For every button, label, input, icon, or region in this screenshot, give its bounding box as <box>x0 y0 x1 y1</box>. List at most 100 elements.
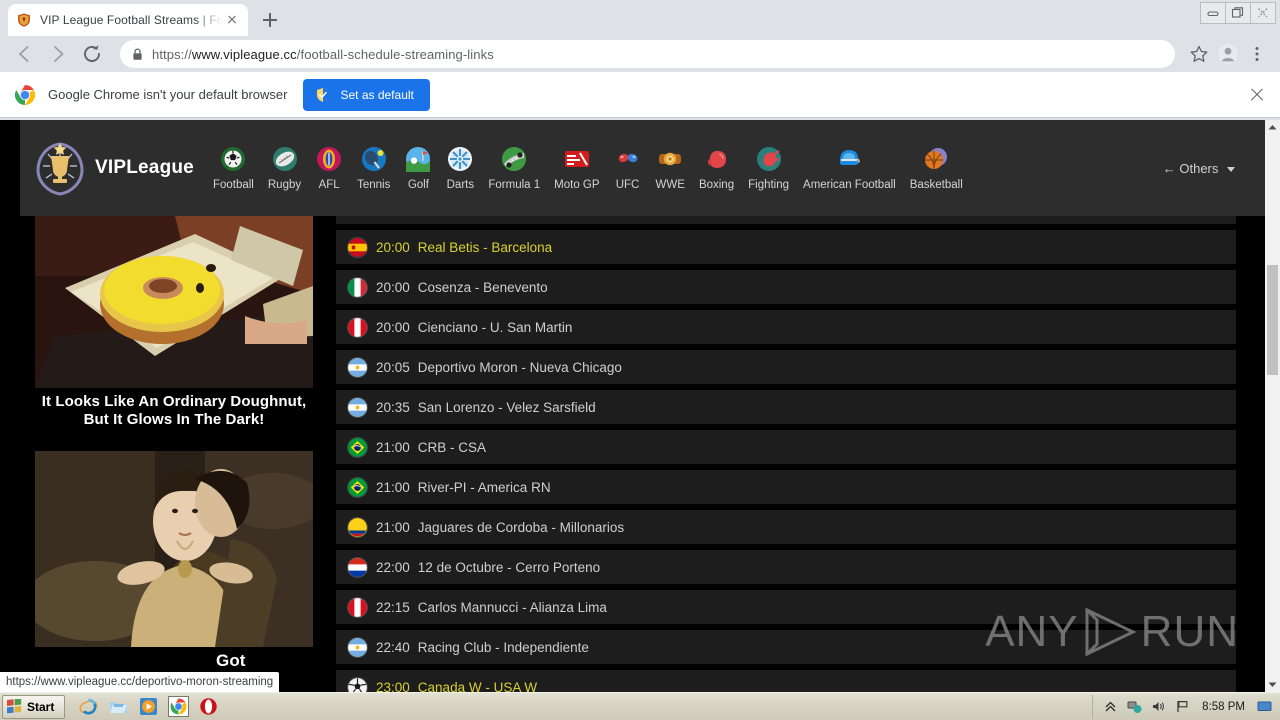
chrome-menu-icon[interactable] <box>1244 41 1270 67</box>
vipleague-logo-icon <box>34 140 86 196</box>
quick-launch-bar <box>71 696 218 717</box>
media-player-icon[interactable] <box>139 697 158 716</box>
match-teams: River-PI - America RN <box>417 479 551 495</box>
match-time: 22:15 <box>376 599 410 615</box>
match-row[interactable]: 21:00 River-PI - America RN <box>336 470 1236 504</box>
internet-explorer-icon[interactable] <box>79 697 98 716</box>
start-button[interactable]: Start <box>2 694 66 719</box>
match-row[interactable]: 20:00 Cosenza - Benevento <box>336 270 1236 304</box>
nav-item-formula-1[interactable]: Formula 1 <box>481 145 547 191</box>
flag-icon[interactable] <box>1175 699 1190 714</box>
browser-tab[interactable]: VIP League Football Streams | Footb <box>8 4 248 36</box>
reload-button[interactable] <box>78 40 106 68</box>
bookmark-star-icon[interactable] <box>1186 41 1212 67</box>
infobar-close-icon[interactable] <box>1248 86 1266 104</box>
match-row[interactable]: 23:00 Canada W - USA W <box>336 670 1236 692</box>
set-as-default-button[interactable]: Set as default <box>303 78 430 111</box>
restore-button[interactable] <box>1225 2 1251 24</box>
nav-item-label: Darts <box>446 179 475 191</box>
new-tab-button[interactable] <box>258 8 282 32</box>
match-row[interactable]: 21:00 CRB - CSA <box>336 430 1236 464</box>
page-viewport: VIPLeague Football Rugby AFL Tennis Golf Dart… <box>0 120 1280 692</box>
match-row[interactable]: 22:15 Carlos Mannucci - Alianza Lima <box>336 590 1236 624</box>
desktop-icon[interactable] <box>1257 699 1272 714</box>
left-ad-column: It Looks Like An Ordinary Doughnut, But … <box>20 216 320 692</box>
nav-item-label: American Football <box>803 179 896 191</box>
rugby-icon <box>271 145 299 173</box>
url-path: /football-schedule-streaming-links <box>296 46 494 62</box>
others-arrow-icon: ← <box>1162 160 1176 176</box>
scroll-down-arrow-icon[interactable] <box>1265 677 1280 692</box>
argentina-flag <box>348 357 367 377</box>
match-row-partial[interactable] <box>336 216 1236 224</box>
profile-avatar-icon[interactable] <box>1215 41 1241 67</box>
chevron-down-icon <box>1227 166 1235 172</box>
match-teams: Canada W - USA W <box>417 679 538 693</box>
match-row[interactable]: 20:35 San Lorenzo - Velez Sarsfield <box>336 390 1236 424</box>
close-button[interactable] <box>1250 2 1276 24</box>
match-row[interactable]: 21:00 Jaguares de Cordoba - Millonarios <box>336 510 1236 544</box>
nav-item-darts[interactable]: Darts <box>439 145 481 191</box>
match-row[interactable]: 20:00 Cienciano - U. San Martin <box>336 310 1236 344</box>
period-drama-photo <box>35 451 313 647</box>
taskbar-clock: 8:58 PM <box>1202 700 1245 713</box>
status-bubble: https://www.vipleague.cc/deportivo-moron… <box>0 672 280 692</box>
doughnut-photo <box>35 216 313 388</box>
nav-item-golf[interactable]: Golf <box>397 145 439 191</box>
match-teams: Real Betis - Barcelona <box>417 239 553 255</box>
match-row[interactable]: 20:00 Real Betis - Barcelona <box>336 230 1236 264</box>
nav-item-label: Golf <box>407 179 429 191</box>
infobar-message: Google Chrome isn't your default browser <box>48 87 288 102</box>
match-row[interactable]: 22:00 12 de Octubre - Cerro Porteno <box>336 550 1236 584</box>
network-icon[interactable] <box>1127 699 1142 714</box>
tab-close-icon[interactable] <box>224 12 240 28</box>
windows-taskbar: Start 8:58 PM <box>0 692 1280 720</box>
minimize-button[interactable] <box>1200 2 1226 24</box>
chrome-icon[interactable] <box>168 696 190 717</box>
browser-toolbar: https://www.vipleague.cc/football-schedu… <box>0 36 1280 72</box>
tennis-icon <box>360 145 388 173</box>
scrollbar-thumb[interactable] <box>1267 265 1278 375</box>
ad-unit-doughnut[interactable]: It Looks Like An Ordinary Doughnut, But … <box>28 216 320 437</box>
wwe-icon <box>656 145 684 173</box>
nav-item-american-football[interactable]: American Football <box>796 145 903 191</box>
boxing-icon <box>703 145 731 173</box>
screen: VIP League Football Streams | Footb http… <box>0 0 1280 720</box>
match-row[interactable]: 20:05 Deportivo Moron - Nueva Chicago <box>336 350 1236 384</box>
match-teams: Carlos Mannucci - Alianza Lima <box>417 599 607 615</box>
lock-icon <box>132 48 143 61</box>
nav-item-boxing[interactable]: Boxing <box>692 145 741 191</box>
address-bar[interactable]: https://www.vipleague.cc/football-schedu… <box>120 40 1175 68</box>
page-scrollbar[interactable] <box>1265 120 1280 692</box>
match-row[interactable]: 22:40 Racing Club - Independiente <box>336 630 1236 664</box>
nav-item-moto-gp[interactable]: Moto GP <box>547 145 606 191</box>
site-brand[interactable]: VIPLeague <box>34 140 194 196</box>
nav-item-basketball[interactable]: Basketball <box>903 145 970 191</box>
nav-item-tennis[interactable]: Tennis <box>350 145 397 191</box>
nav-item-ufc[interactable]: UFC <box>607 145 649 191</box>
ufc-icon <box>614 145 642 173</box>
others-menu[interactable]: ← Others <box>1163 161 1251 176</box>
shield-icon <box>315 87 331 103</box>
nav-item-wwe[interactable]: WWE <box>649 145 692 191</box>
match-time: 21:00 <box>376 439 410 455</box>
chevron-up-icon[interactable] <box>1103 699 1118 714</box>
nav-item-football[interactable]: Football <box>206 145 261 191</box>
opera-icon[interactable] <box>199 697 218 716</box>
back-button[interactable] <box>10 40 38 68</box>
basketball-icon <box>922 145 950 173</box>
ad-unit-drama[interactable]: Got <box>28 451 320 678</box>
nav-item-rugby[interactable]: Rugby <box>261 145 308 191</box>
match-time: 20:00 <box>376 319 410 335</box>
vipleague-page: VIPLeague Football Rugby AFL Tennis Golf Dart… <box>0 120 1265 692</box>
folder-icon[interactable] <box>109 697 128 716</box>
forward-button[interactable] <box>44 40 72 68</box>
volume-icon[interactable] <box>1151 699 1166 714</box>
shield-favicon-icon <box>16 12 32 28</box>
scroll-up-arrow-icon[interactable] <box>1265 120 1280 135</box>
nav-item-afl[interactable]: AFL <box>308 145 350 191</box>
argentina-flag <box>348 637 367 657</box>
address-bar-url: https://www.vipleague.cc/football-schedu… <box>152 47 494 62</box>
window-controls <box>1200 2 1276 24</box>
nav-item-fighting[interactable]: Fighting <box>741 145 796 191</box>
